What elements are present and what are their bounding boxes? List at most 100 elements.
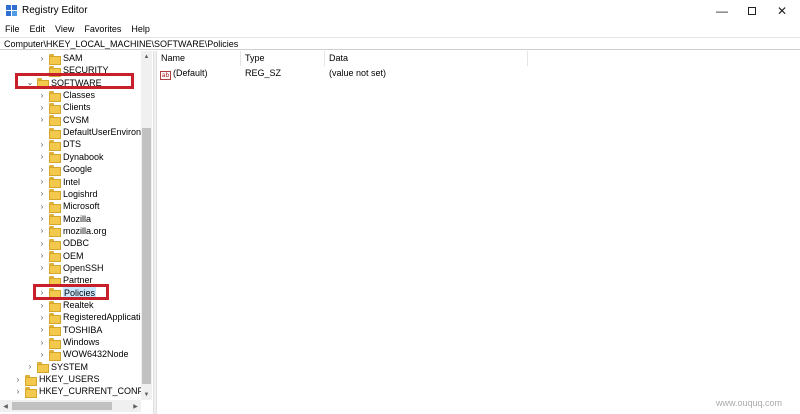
menu-file[interactable]: File (0, 22, 25, 36)
tree-item-label: OEM (63, 250, 84, 261)
chevron-right-icon[interactable]: › (26, 361, 34, 373)
tree-item-microsoft[interactable]: › Microsoft (38, 200, 100, 213)
tree-item-system[interactable]: › SYSTEM (26, 361, 89, 374)
tree-item-sam[interactable]: › SAM (38, 52, 83, 65)
folder-icon (49, 152, 61, 164)
maximize-button[interactable] (736, 0, 768, 22)
tree-item-hkey-current-config[interactable]: › HKEY_CURRENT_CONFIG (14, 385, 153, 398)
chevron-right-icon[interactable]: › (38, 225, 46, 237)
folder-icon (49, 325, 61, 337)
value-type: REG_SZ (245, 68, 282, 78)
tree-item-dts[interactable]: › DTS (38, 138, 81, 151)
string-value-icon: ab (160, 71, 171, 80)
chevron-right-icon[interactable]: › (38, 213, 46, 225)
chevron-right-icon[interactable]: › (38, 52, 46, 64)
software-highlight-box (15, 73, 134, 89)
scroll-up-icon[interactable]: ▲ (141, 51, 152, 62)
folder-icon (49, 127, 61, 139)
tree-item-logishrd[interactable]: › Logishrd (38, 188, 98, 201)
value-list: Name Type Data ab (Default) REG_SZ (value… (157, 51, 800, 414)
tree-item-label: Google (63, 164, 93, 175)
address-path[interactable]: Computer\HKEY_LOCAL_MACHINE\SOFTWARE\Pol… (4, 39, 238, 50)
chevron-right-icon[interactable]: › (38, 262, 46, 274)
tree-item-windows[interactable]: › Windows (38, 336, 100, 349)
tree-item-cvsm[interactable]: › CVSM (38, 114, 89, 127)
chevron-right-icon[interactable]: › (38, 299, 46, 311)
chevron-right-icon[interactable]: › (38, 114, 46, 126)
tree-item-toshiba[interactable]: › TOSHIBA (38, 324, 102, 337)
folder-icon (49, 53, 61, 65)
chevron-right-icon[interactable]: › (38, 163, 46, 175)
tree-item-mozilla[interactable]: › Mozilla (38, 213, 91, 226)
scroll-left-icon[interactable]: ◀ (0, 400, 11, 412)
tree-vertical-scrollbar[interactable]: ▲ ▼ (141, 51, 152, 400)
horizontal-scroll-thumb[interactable] (12, 402, 112, 410)
window-title: Registry Editor (22, 5, 88, 16)
value-data: (value not set) (329, 68, 387, 78)
chevron-right-icon[interactable]: › (38, 250, 46, 262)
menu-favorites[interactable]: Favorites (79, 22, 126, 36)
folder-icon (49, 90, 61, 102)
menu-edit[interactable]: Edit (25, 22, 51, 36)
tree-item-openssh[interactable]: › OpenSSH (38, 262, 104, 275)
list-row[interactable]: ab (Default) REG_SZ (value not set) (157, 67, 800, 80)
menu-view[interactable]: View (50, 22, 79, 36)
tree-item-wow6432node[interactable]: › WOW6432Node (38, 348, 129, 361)
tree-item-label: HKEY_CURRENT_CONFIG (39, 386, 153, 397)
chevron-right-icon[interactable]: › (38, 151, 46, 163)
chevron-right-icon[interactable]: › (38, 324, 46, 336)
chevron-right-icon[interactable] (38, 126, 46, 138)
registry-editor-icon (6, 5, 17, 16)
chevron-right-icon[interactable]: › (38, 200, 46, 212)
tree-item-google[interactable]: › Google (38, 163, 93, 176)
column-name[interactable]: Name (157, 51, 241, 66)
chevron-right-icon[interactable]: › (38, 176, 46, 188)
tree-item-registeredapplicatio[interactable]: › RegisteredApplicatio (38, 311, 146, 324)
scroll-down-icon[interactable]: ▼ (141, 389, 152, 400)
chevron-right-icon[interactable]: › (38, 138, 46, 150)
tree-item-realtek[interactable]: › Realtek (38, 299, 94, 312)
list-header: Name Type Data (157, 51, 800, 66)
tree-item-intel[interactable]: › Intel (38, 176, 80, 188)
column-type[interactable]: Type (241, 51, 325, 66)
address-bar[interactable]: Computer\HKEY_LOCAL_MACHINE\SOFTWARE\Pol… (0, 37, 800, 50)
tree-item-label: Dynabook (63, 151, 104, 162)
folder-icon (49, 251, 61, 263)
tree-item-label: ODBC (63, 238, 90, 249)
folder-icon (49, 139, 61, 151)
tree-item-clients[interactable]: › Clients (38, 101, 91, 114)
tree-item-label: Intel (63, 176, 81, 187)
menu-bar: File Edit View Favorites Help (0, 22, 155, 36)
tree-item-odbc[interactable]: › ODBC (38, 237, 90, 250)
tree-horizontal-scrollbar[interactable]: ◀ ▶ (0, 400, 141, 412)
close-button[interactable]: ✕ (766, 0, 798, 22)
chevron-right-icon[interactable]: › (38, 348, 46, 360)
scroll-thumb[interactable] (142, 128, 151, 384)
tree-item-label: Logishrd (63, 188, 98, 199)
tree-item-classes[interactable]: › Classes (38, 89, 95, 102)
title-bar: Registry Editor — ✕ (0, 0, 800, 22)
value-name: (Default) (173, 68, 208, 78)
chevron-right-icon[interactable]: › (38, 101, 46, 113)
chevron-right-icon[interactable]: › (38, 89, 46, 101)
column-data[interactable]: Data (325, 51, 528, 66)
folder-icon (49, 349, 61, 361)
tree-item-label: SAM (63, 53, 83, 63)
value-name-cell: ab (Default) (160, 67, 208, 80)
chevron-right-icon[interactable]: › (38, 237, 46, 249)
chevron-right-icon[interactable]: › (38, 188, 46, 200)
chevron-right-icon[interactable]: › (38, 311, 46, 323)
menu-help[interactable]: Help (126, 22, 155, 36)
chevron-right-icon[interactable]: › (14, 385, 22, 397)
tree-item-hkey-users[interactable]: › HKEY_USERS (14, 373, 100, 386)
tree-item-defaultuserenvironm[interactable]: DefaultUserEnvironm (38, 126, 149, 139)
tree-item-oem[interactable]: › OEM (38, 250, 84, 263)
chevron-right-icon[interactable]: › (38, 336, 46, 348)
minimize-button[interactable]: — (706, 0, 738, 22)
chevron-right-icon[interactable]: › (14, 373, 22, 385)
folder-icon (49, 189, 61, 201)
tree-item-dynabook[interactable]: › Dynabook (38, 151, 104, 164)
tree-item-mozilla-org[interactable]: › mozilla.org (38, 225, 107, 238)
tree-item-label: SYSTEM (51, 361, 89, 372)
scroll-right-icon[interactable]: ▶ (130, 400, 141, 412)
